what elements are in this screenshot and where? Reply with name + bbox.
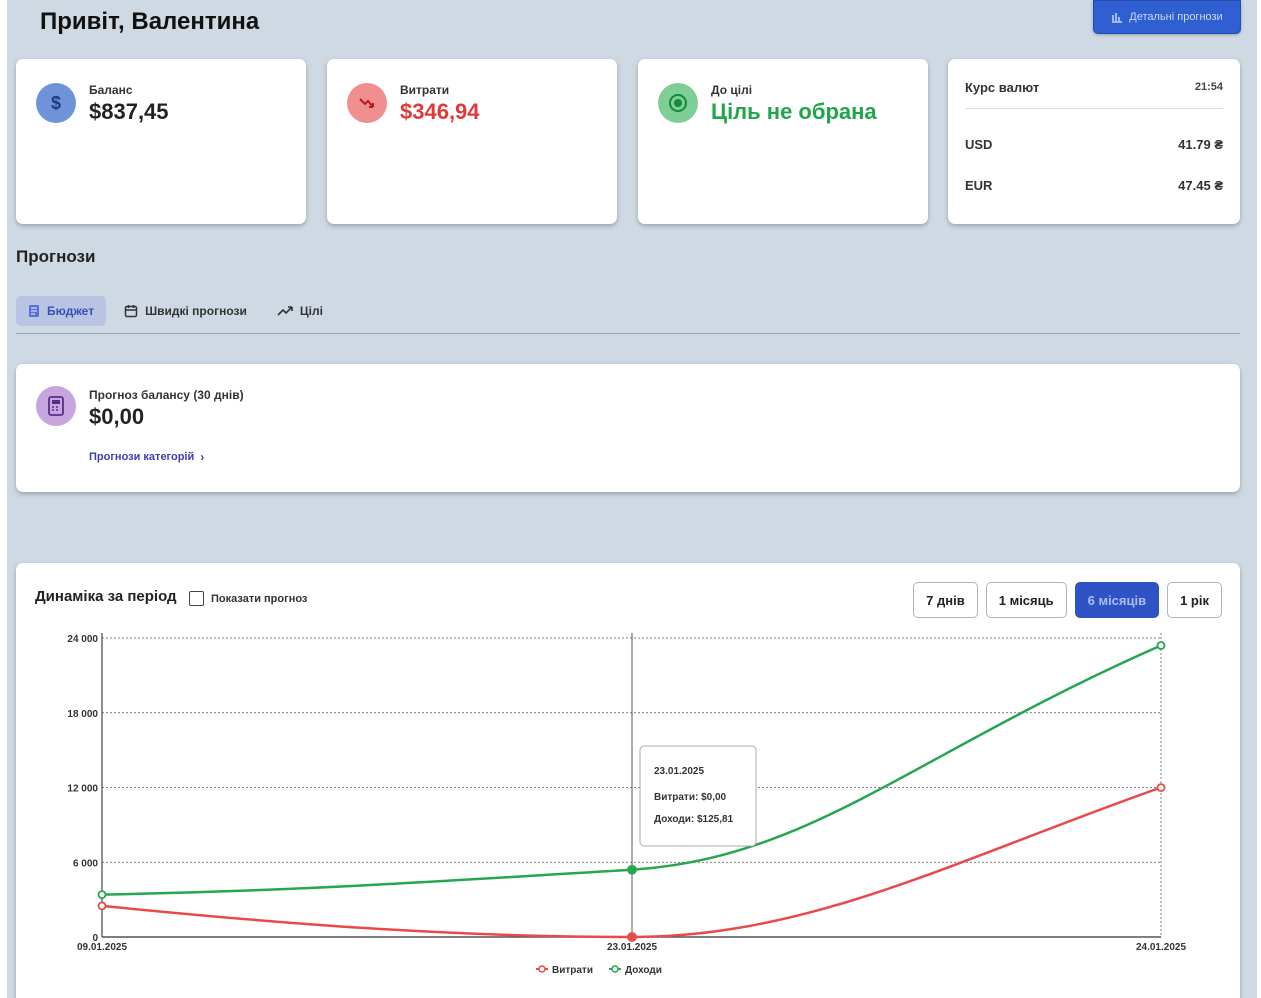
target-icon (658, 83, 698, 123)
goal-label: До цілі (711, 83, 753, 97)
expenses-label: Витрати (400, 83, 450, 97)
rate-currency: USD (965, 137, 993, 152)
x-tick-label: 09.01.2025 (77, 942, 127, 953)
calendar-icon (124, 305, 138, 318)
data-point (627, 932, 637, 942)
tab-budget-label: Бюджет (47, 304, 95, 318)
goal-card: До цілі Ціль не обрана (638, 59, 928, 224)
chart-bar-icon (1112, 13, 1123, 23)
tab-goals[interactable]: Цілі (265, 296, 335, 326)
tooltip-expenses: Витрати: $0,00 (654, 792, 727, 803)
rate-row-eur: EUR 47.45 ₴ (965, 178, 1223, 193)
chart-card: Динаміка за період Показати прогноз 7 дн… (16, 563, 1240, 998)
budget-icon (29, 305, 39, 317)
y-tick-label: 18 000 (67, 709, 98, 720)
legend-label: Витрати (552, 965, 593, 976)
y-tick-label: 24 000 (67, 634, 98, 645)
rate-value: 47.45 ₴ (1178, 178, 1223, 193)
tooltip-date: 23.01.2025 (654, 766, 704, 777)
legend-label: Доходи (625, 965, 662, 976)
tab-quick-forecasts-label: Швидкі прогнози (145, 304, 247, 318)
rates-title: Курс валют (965, 80, 1040, 95)
balance-label: Баланс (89, 83, 133, 97)
tooltip-income: Доходи: $125,81 (654, 814, 734, 825)
greeting-title: Привіт, Валентина (40, 8, 260, 35)
y-tick-label: 6 000 (73, 858, 98, 869)
forecasts-title: Прогнози (16, 247, 96, 266)
rate-row-usd: USD 41.79 ₴ (965, 137, 1223, 152)
forecast-tabs: Бюджет Швидкі прогнози Цілі (16, 296, 335, 328)
tab-quick-forecasts[interactable]: Швидкі прогнози (112, 296, 259, 326)
category-forecasts-link-label: Прогнози категорій (89, 451, 195, 463)
y-tick-label: 12 000 (67, 784, 98, 795)
legend-marker-dot (611, 965, 619, 973)
x-tick-label: 23.01.2025 (607, 942, 657, 953)
expenses-value: $346,94 (400, 99, 480, 124)
rates-time: 21:54 (1194, 81, 1223, 93)
trend-up-icon (277, 306, 293, 316)
tabs-divider (16, 333, 1240, 334)
category-forecasts-link[interactable]: Прогнози категорій › (89, 450, 204, 464)
goal-value: Ціль не обрана (711, 99, 877, 124)
line-chart: 06 00012 00018 00024 00009.01.2025 23.01.… (67, 633, 1186, 976)
chevron-right-icon: › (200, 450, 205, 464)
x-tick-label: 24.01.2025 (1136, 942, 1186, 953)
exchange-rates-card: Курс валют 21:54 USD 41.79 ₴ EUR 47.45 ₴ (948, 59, 1240, 224)
rate-value: 41.79 ₴ (1178, 137, 1223, 152)
expenses-card: Витрати $346,94 (327, 59, 617, 224)
rate-currency: EUR (965, 178, 993, 193)
detailed-forecast-label: Детальні прогнози (1129, 11, 1223, 23)
data-point (97, 890, 107, 900)
calculator-icon (36, 386, 76, 426)
tab-goals-label: Цілі (299, 304, 323, 318)
balance-value: $837,45 (89, 99, 169, 124)
data-point (1156, 783, 1166, 792)
data-point (1156, 641, 1166, 650)
app-window: Привіт, Валентина Детальні прогнози $ Ба… (7, 0, 1257, 998)
dollar-icon: $ (36, 83, 76, 123)
balance-forecast-card: Прогноз балансу (30 днів) $0,00 Прогнози… (16, 364, 1240, 492)
legend-marker-dot (538, 965, 546, 973)
detailed-forecast-button[interactable]: Детальні прогнози (1093, 0, 1241, 34)
tab-budget[interactable]: Бюджет (16, 296, 107, 326)
data-point (627, 864, 637, 875)
rates-divider (965, 108, 1223, 109)
balance-forecast-value: $0,00 (89, 404, 145, 429)
trend-down-icon (347, 83, 387, 123)
svg-text:$: $ (51, 93, 61, 113)
balance-card: $ Баланс $837,45 (16, 59, 306, 224)
data-point (97, 901, 107, 911)
balance-forecast-label: Прогноз балансу (30 днів) (89, 388, 244, 402)
